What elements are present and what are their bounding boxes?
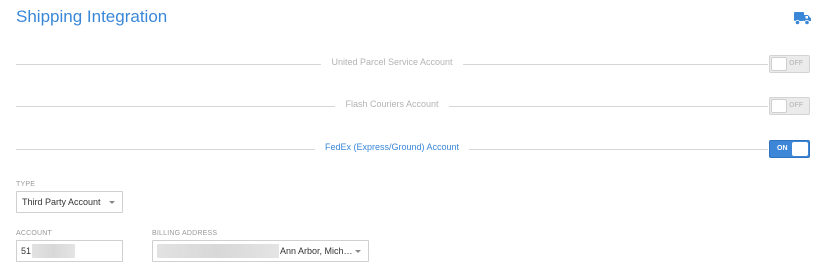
toggle-state-label: OFF — [789, 102, 803, 109]
type-select[interactable]: Third Party Account — [16, 191, 123, 213]
truck-icon — [794, 12, 811, 25]
flash-couriers-account-row: Flash Couriers Account OFF — [16, 97, 810, 115]
flash-couriers-account-toggle[interactable]: OFF — [769, 97, 810, 115]
redacted-text — [157, 244, 279, 258]
page-title: Shipping Integration — [16, 7, 168, 26]
fedex-account-toggle[interactable]: ON — [769, 140, 810, 158]
account-input-value: 51 — [21, 246, 32, 256]
type-select-value: Third Party Account — [22, 197, 101, 207]
fedex-account-label: FedEx (Express/Ground) Account — [314, 142, 470, 152]
toggle-knob — [771, 57, 787, 71]
account-label: ACCOUNT — [16, 230, 53, 237]
toggle-state-label: ON — [777, 145, 788, 152]
billing-address-value: Ann Arbor, Mich… — [280, 246, 353, 256]
fedex-account-row: FedEx (Express/Ground) Account ON — [16, 140, 810, 158]
chevron-down-icon — [355, 250, 361, 253]
account-input[interactable]: 51 — [16, 240, 123, 262]
ups-account-row: United Parcel Service Account OFF — [16, 55, 810, 73]
flash-couriers-account-label: Flash Couriers Account — [335, 99, 449, 109]
ups-account-label: United Parcel Service Account — [321, 57, 463, 67]
type-label: TYPE — [16, 181, 36, 188]
toggle-state-label: OFF — [789, 60, 803, 67]
toggle-knob — [792, 142, 808, 156]
billing-address-label: BILLING ADDRESS — [152, 230, 218, 237]
redacted-text — [32, 244, 75, 258]
toggle-knob — [771, 99, 787, 113]
ups-account-toggle[interactable]: OFF — [769, 55, 810, 73]
billing-address-select[interactable]: Ann Arbor, Mich… — [152, 240, 369, 262]
chevron-down-icon — [109, 201, 115, 204]
